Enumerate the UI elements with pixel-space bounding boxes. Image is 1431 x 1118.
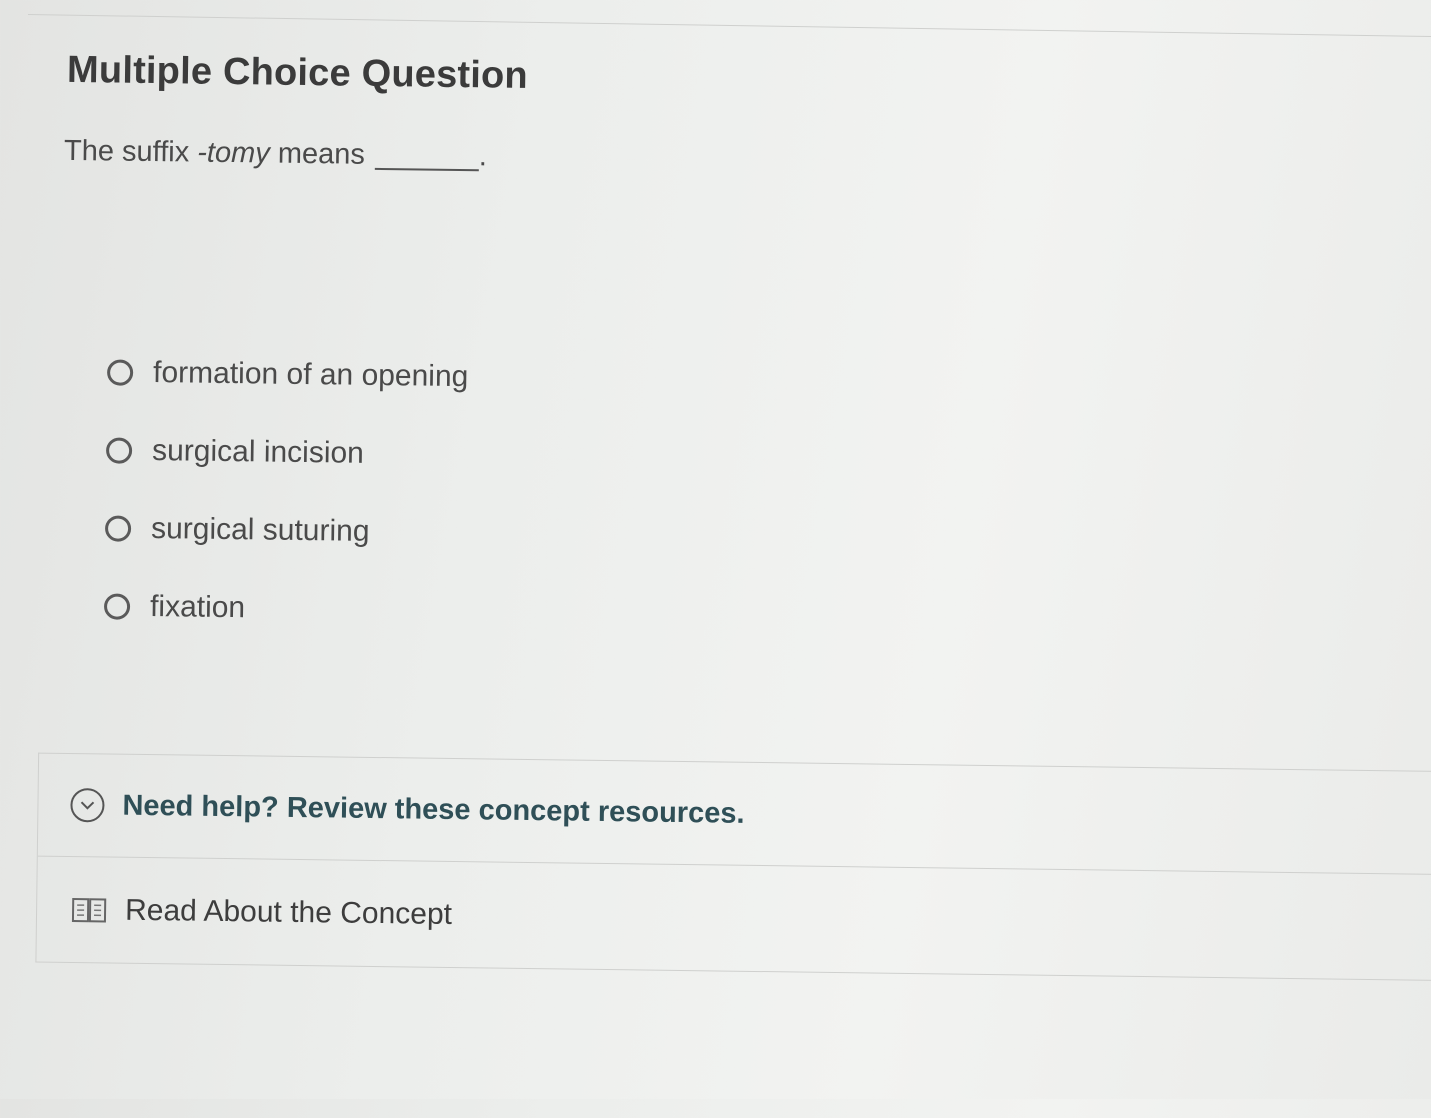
read-about-concept-link[interactable]: Read About the Concept [36, 857, 1431, 981]
option-label[interactable]: surgical incision [152, 434, 364, 471]
prompt-suffix-term: -tomy [197, 137, 270, 170]
answer-options: formation of an opening surgical incisio… [104, 333, 708, 653]
answer-blank [375, 168, 479, 171]
chevron-down-circle-icon[interactable] [70, 788, 104, 822]
radio-button[interactable] [107, 359, 133, 385]
prompt-text-end: means [270, 138, 366, 171]
answer-option-fixation[interactable]: fixation [104, 567, 705, 653]
read-about-concept-label[interactable]: Read About the Concept [125, 894, 452, 932]
concept-resources-panel: Need help? Review these concept resource… [35, 753, 1431, 981]
radio-button[interactable] [105, 515, 131, 541]
answer-option-surgical-suturing[interactable]: surgical suturing [105, 489, 706, 575]
prompt-period: . [479, 140, 487, 172]
radio-button[interactable] [106, 437, 132, 463]
question-heading: Multiple Choice Question [67, 49, 528, 98]
need-help-text[interactable]: Need help? Review these concept resource… [122, 789, 745, 830]
answer-option-surgical-incision[interactable]: surgical incision [106, 411, 707, 497]
book-icon [71, 895, 107, 925]
option-label[interactable]: surgical suturing [151, 512, 370, 549]
radio-button[interactable] [104, 593, 130, 619]
question-container: Multiple Choice Question The suffix -tom… [0, 0, 1431, 1118]
option-label[interactable]: formation of an opening [153, 356, 469, 394]
need-help-toggle[interactable]: Need help? Review these concept resource… [38, 754, 1431, 875]
option-label[interactable]: fixation [150, 590, 245, 625]
prompt-text-start: The suffix [64, 135, 198, 169]
answer-option-formation-of-an-opening[interactable]: formation of an opening [107, 333, 708, 419]
question-prompt: The suffix -tomy means. [64, 135, 487, 174]
